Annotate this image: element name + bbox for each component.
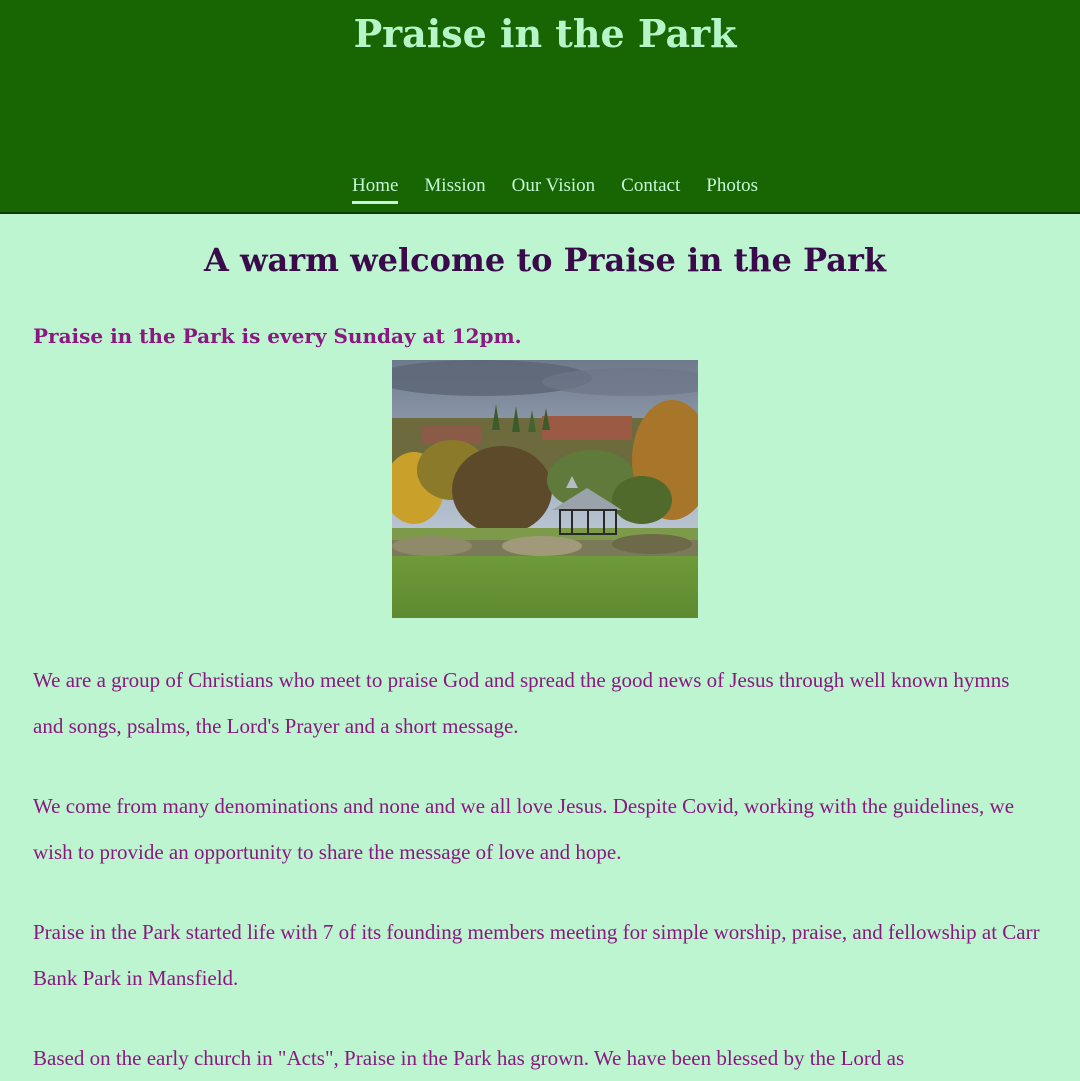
paragraph-2: We come from many denominations and none… — [33, 794, 1015, 864]
paragraph-4: Based on the early church in "Acts", Pra… — [33, 1046, 905, 1070]
site-title: Praise in the Park — [353, 11, 737, 56]
welcome-heading: A warm welcome to Praise in the Park — [203, 241, 887, 279]
site-header: Praise in the Park Home Mission Our Visi… — [0, 0, 1080, 214]
nav-item-our-vision[interactable]: Our Vision — [512, 174, 596, 204]
nav-item-contact[interactable]: Contact — [621, 174, 680, 204]
park-photo — [392, 360, 698, 618]
nav-item-home[interactable]: Home — [351, 174, 399, 204]
paragraph-1: We are a group of Christians who meet to… — [33, 668, 1010, 738]
nav-item-mission[interactable]: Mission — [424, 174, 485, 204]
nav-item-photos[interactable]: Photos — [706, 174, 758, 204]
schedule-text: Praise in the Park is every Sunday at 12… — [33, 324, 522, 348]
paragraph-3: Praise in the Park started life with 7 o… — [33, 920, 1040, 990]
main-nav: Home Mission Our Vision Contact Photos — [0, 174, 1080, 204]
